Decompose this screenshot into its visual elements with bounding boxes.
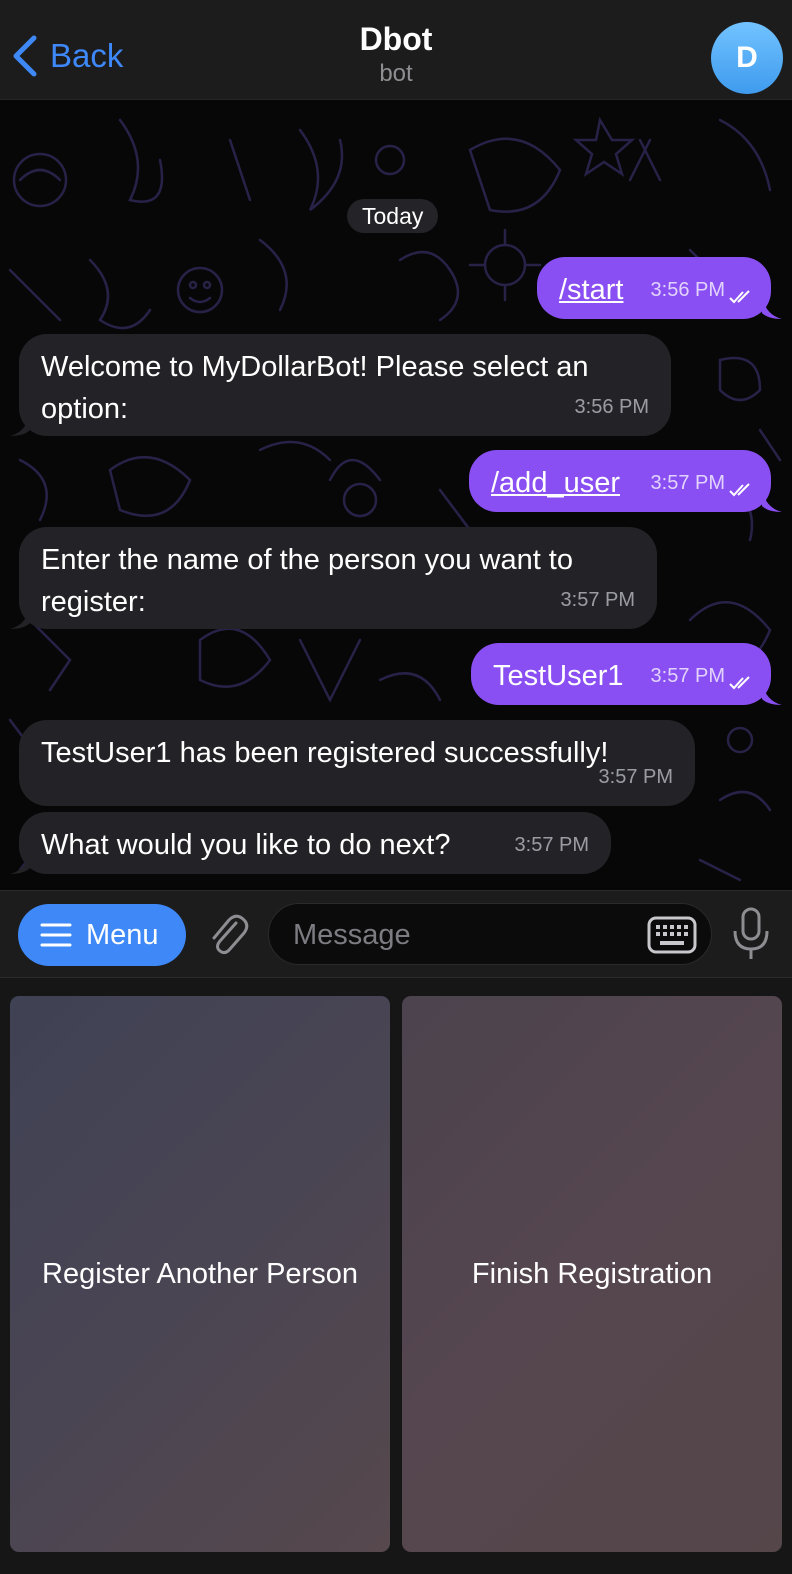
message-text: TestUser1: [493, 660, 624, 692]
read-checkmarks-icon: [729, 483, 750, 497]
avatar[interactable]: D: [711, 22, 783, 94]
message-time: 3:56 PM: [574, 396, 649, 418]
incoming-message[interactable]: What would you like to do next? 3:57 PM: [19, 812, 611, 874]
command-link[interactable]: /add_user: [491, 467, 620, 499]
keyboard-icon[interactable]: [647, 916, 697, 954]
message-text: What would you like to do next?: [41, 829, 451, 861]
menu-label: Menu: [86, 918, 159, 951]
menu-button[interactable]: Menu: [18, 904, 186, 966]
message-list[interactable]: Today /start 3:56 PM Welcome to MyDollar…: [0, 100, 792, 890]
menu-icon: [40, 923, 72, 947]
message-input[interactable]: [291, 904, 635, 966]
chat-subtitle: bot: [379, 60, 413, 87]
back-label: Back: [50, 37, 124, 74]
chat-title-block[interactable]: Dbot bot: [246, 20, 546, 90]
incoming-message[interactable]: Welcome to MyDollarBot! Please select an…: [19, 334, 671, 436]
outgoing-message[interactable]: /start 3:56 PM: [537, 257, 771, 319]
bubble-tail: [762, 297, 782, 319]
message-text: Welcome to MyDollarBot! Please select an…: [41, 351, 589, 425]
register-another-person-button[interactable]: Register Another Person: [10, 996, 390, 1552]
bubble-tail: [10, 414, 30, 436]
read-checkmarks-icon: [729, 676, 750, 690]
chat-title: Dbot: [359, 21, 433, 57]
finish-registration-button[interactable]: Finish Registration: [402, 996, 782, 1552]
outgoing-message[interactable]: /add_user 3:57 PM: [469, 450, 771, 512]
message-text: TestUser1 has been registered successful…: [41, 737, 609, 769]
message-time: 3:57 PM: [598, 766, 673, 788]
message-time: 3:56 PM: [650, 279, 725, 301]
outgoing-message[interactable]: TestUser1 3:57 PM: [471, 643, 771, 705]
bubble-tail: [762, 683, 782, 705]
chevron-left-icon: [13, 35, 37, 77]
message-time: 3:57 PM: [560, 589, 635, 611]
message-input-wrapper: [268, 903, 712, 966]
message-time: 3:57 PM: [650, 665, 725, 687]
date-separator: Today: [347, 199, 439, 233]
incoming-message[interactable]: Enter the name of the person you want to…: [19, 527, 657, 629]
composer-bar: Menu: [0, 890, 792, 978]
microphone-icon[interactable]: [730, 907, 772, 961]
command-link[interactable]: /start: [559, 274, 623, 306]
message-time: 3:57 PM: [650, 472, 725, 494]
bubble-tail: [10, 852, 30, 874]
read-checkmarks-icon: [729, 290, 750, 304]
bubble-tail: [10, 607, 30, 629]
back-button[interactable]: Back: [10, 30, 123, 82]
incoming-message[interactable]: TestUser1 has been registered successful…: [19, 720, 695, 806]
message-text: Enter the name of the person you want to…: [41, 544, 573, 618]
telegram-chat-screen: Back Dbot bot D Today /start 3:56 PM Wel…: [0, 0, 792, 1574]
paperclip-icon[interactable]: [204, 911, 250, 957]
bubble-tail: [762, 490, 782, 512]
message-time: 3:57 PM: [514, 834, 589, 856]
reply-keyboard: Register Another Person Finish Registrat…: [0, 978, 792, 1574]
chat-header: Back Dbot bot D: [0, 0, 792, 100]
